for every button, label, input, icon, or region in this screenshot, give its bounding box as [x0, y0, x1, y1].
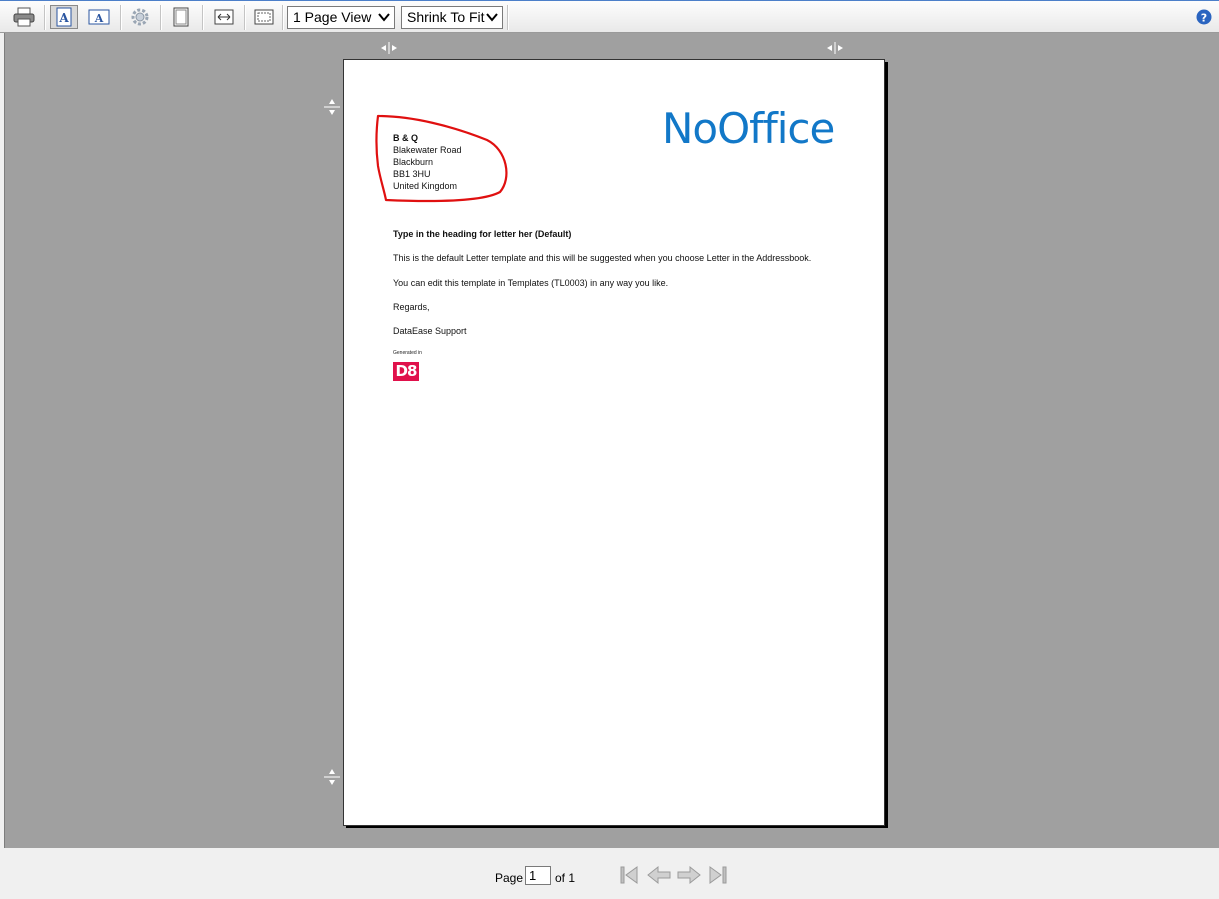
print-button[interactable]	[10, 5, 38, 29]
letter-signature: DataEase Support	[393, 326, 467, 336]
page-a-small-icon: A	[88, 9, 110, 25]
page-number-input[interactable]: 1	[525, 866, 551, 885]
view-mode-select[interactable]: 1 Page View	[287, 6, 395, 29]
last-page-icon[interactable]	[708, 864, 728, 886]
printer-icon	[13, 7, 35, 27]
address-line4: United Kingdom	[393, 181, 458, 191]
svg-text:A: A	[58, 11, 69, 25]
page-a-icon: A	[56, 7, 72, 27]
fit-width-button[interactable]	[210, 5, 238, 29]
svg-text:A: A	[94, 12, 104, 25]
full-screen-button[interactable]	[250, 5, 278, 29]
left-margin-handle-icon[interactable]	[380, 42, 398, 54]
help-icon[interactable]: ?	[1196, 9, 1212, 25]
right-margin-handle-icon[interactable]	[826, 42, 844, 54]
address-line3: BB1 3HU	[393, 169, 431, 179]
fit-width-icon	[214, 9, 234, 25]
top-margin-handle-icon[interactable]	[324, 98, 340, 116]
toolbar: A A 1 Page View Shrink To Fit ?	[0, 0, 1219, 33]
page-layout-button[interactable]: A	[85, 5, 113, 29]
logo-text: NoOffice	[662, 104, 835, 153]
letter-closing: Regards,	[393, 302, 430, 312]
view-mode-value: 1 Page View	[293, 9, 372, 25]
company-logo: NoOffice	[662, 104, 835, 153]
letter-paragraph-2: You can edit this template in Templates …	[393, 278, 669, 288]
fit-page-icon	[173, 7, 189, 27]
address-line2: Blackburn	[393, 157, 434, 167]
gear-icon	[131, 8, 149, 26]
d8-logo: D8	[393, 362, 419, 381]
page-label: Page	[495, 871, 524, 885]
zoom-mode-value: Shrink To Fit	[407, 9, 485, 25]
badge-caption: Generated in	[393, 350, 422, 356]
d8-logo-text: D8	[395, 362, 418, 380]
letter-heading: Type in the heading for letter her (Defa…	[393, 229, 572, 239]
svg-text:?: ?	[1201, 12, 1207, 25]
letter-paragraph-1: This is the default Letter template and …	[393, 253, 812, 263]
chevron-down-icon	[486, 13, 498, 22]
fit-page-button[interactable]	[167, 5, 195, 29]
bottom-margin-handle-icon[interactable]	[324, 768, 340, 786]
single-page-button[interactable]: A	[50, 5, 78, 29]
prev-page-icon[interactable]	[646, 864, 672, 886]
document-page: B & Q Blakewater Road Blackburn BB1 3HU …	[343, 59, 885, 826]
next-page-icon[interactable]	[676, 864, 702, 886]
page-count-label: of 1	[555, 871, 576, 885]
first-page-icon[interactable]	[619, 864, 639, 886]
address-name: B & Q	[393, 133, 419, 143]
chevron-down-icon	[378, 13, 390, 22]
zoom-mode-select[interactable]: Shrink To Fit	[401, 6, 503, 29]
full-screen-icon	[254, 9, 274, 25]
address-line1: Blakewater Road	[393, 145, 462, 155]
settings-button[interactable]	[126, 5, 154, 29]
pager-bar: Page 1 of 1	[0, 849, 1219, 899]
